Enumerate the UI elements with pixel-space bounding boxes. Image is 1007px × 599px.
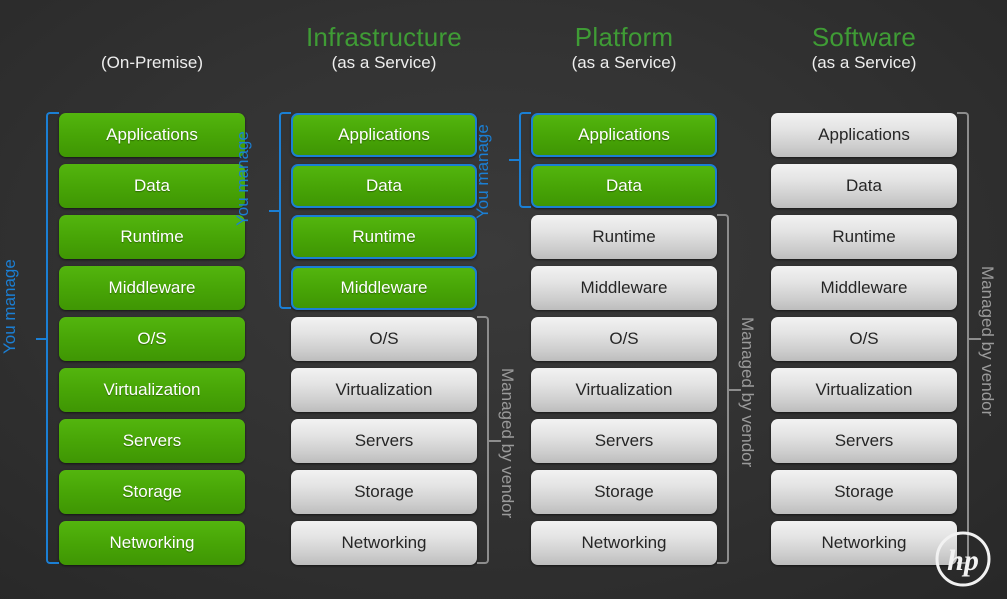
layer-virtualization[interactable]: Virtualization — [291, 368, 477, 412]
label-managed-by-vendor-platform: Managed by vendor — [738, 317, 757, 468]
layer-applications[interactable]: Applications — [531, 113, 717, 157]
layer-networking[interactable]: Networking — [531, 521, 717, 565]
label-managed-by-vendor-infrastructure: Managed by vendor — [498, 368, 517, 519]
layer-os[interactable]: O/S — [531, 317, 717, 361]
layer-storage[interactable]: Storage — [59, 470, 245, 514]
layer-servers[interactable]: Servers — [771, 419, 957, 463]
layer-middleware[interactable]: Middleware — [531, 266, 717, 310]
layer-servers[interactable]: Servers — [291, 419, 477, 463]
label-managed-by-vendor-software: Managed by vendor — [978, 266, 997, 417]
column-header-infrastructure: Infrastructure (as a Service) — [264, 22, 504, 74]
label-you-manage-platform: You manage — [473, 124, 492, 219]
layer-applications[interactable]: Applications — [771, 113, 957, 157]
layer-data[interactable]: Data — [291, 164, 477, 208]
column-header-software: Software (as a Service) — [744, 22, 984, 74]
bracket-managed-by-vendor-infrastructure — [477, 316, 489, 564]
layer-runtime[interactable]: Runtime — [771, 215, 957, 259]
layer-virtualization[interactable]: Virtualization — [771, 368, 957, 412]
stack-infrastructure: Applications Data Runtime Middleware O/S… — [291, 113, 477, 565]
slide-canvas: (On-Premise) Infrastructure (as a Servic… — [0, 0, 1007, 599]
layer-middleware[interactable]: Middleware — [291, 266, 477, 310]
column-title-main: Platform — [574, 22, 674, 52]
layer-data[interactable]: Data — [771, 164, 957, 208]
layer-os[interactable]: O/S — [771, 317, 957, 361]
layer-data[interactable]: Data — [59, 164, 245, 208]
layer-runtime[interactable]: Runtime — [291, 215, 477, 259]
layer-servers[interactable]: Servers — [59, 419, 245, 463]
svg-text:hp: hp — [947, 544, 979, 577]
layer-applications[interactable]: Applications — [59, 113, 245, 157]
layer-virtualization[interactable]: Virtualization — [531, 368, 717, 412]
label-you-manage-on-premise: You manage — [0, 259, 19, 354]
stack-software: Applications Data Runtime Middleware O/S… — [771, 113, 957, 565]
stack-platform: Applications Data Runtime Middleware O/S… — [531, 113, 717, 565]
column-title-sub: (as a Service) — [331, 53, 437, 72]
layer-middleware[interactable]: Middleware — [771, 266, 957, 310]
column-title-sub: (On-Premise) — [100, 53, 203, 72]
layer-storage[interactable]: Storage — [291, 470, 477, 514]
layer-data[interactable]: Data — [531, 164, 717, 208]
column-title-sub: (as a Service) — [571, 53, 677, 72]
bracket-managed-by-vendor-software — [957, 112, 969, 564]
layer-runtime[interactable]: Runtime — [59, 215, 245, 259]
column-title-main: Infrastructure — [306, 22, 462, 52]
layer-servers[interactable]: Servers — [531, 419, 717, 463]
layer-storage[interactable]: Storage — [771, 470, 957, 514]
bracket-managed-by-vendor-platform — [717, 214, 729, 564]
layer-networking[interactable]: Networking — [291, 521, 477, 565]
label-you-manage-infrastructure: You manage — [233, 131, 252, 226]
layer-middleware[interactable]: Middleware — [59, 266, 245, 310]
layer-applications[interactable]: Applications — [291, 113, 477, 157]
layer-os[interactable]: O/S — [59, 317, 245, 361]
column-header-on-premise: (On-Premise) — [32, 22, 272, 74]
bracket-tick — [509, 159, 521, 161]
bracket-tick — [36, 338, 48, 340]
layer-networking[interactable]: Networking — [59, 521, 245, 565]
layer-os[interactable]: O/S — [291, 317, 477, 361]
stack-on-premise: Applications Data Runtime Middleware O/S… — [59, 113, 245, 565]
bracket-tick — [269, 210, 281, 212]
hp-logo: hp — [933, 529, 993, 589]
layer-networking[interactable]: Networking — [771, 521, 957, 565]
column-title-main: Software — [811, 22, 917, 52]
layer-storage[interactable]: Storage — [531, 470, 717, 514]
column-title-sub: (as a Service) — [811, 53, 917, 72]
layer-virtualization[interactable]: Virtualization — [59, 368, 245, 412]
column-header-platform: Platform (as a Service) — [504, 22, 744, 74]
layer-runtime[interactable]: Runtime — [531, 215, 717, 259]
